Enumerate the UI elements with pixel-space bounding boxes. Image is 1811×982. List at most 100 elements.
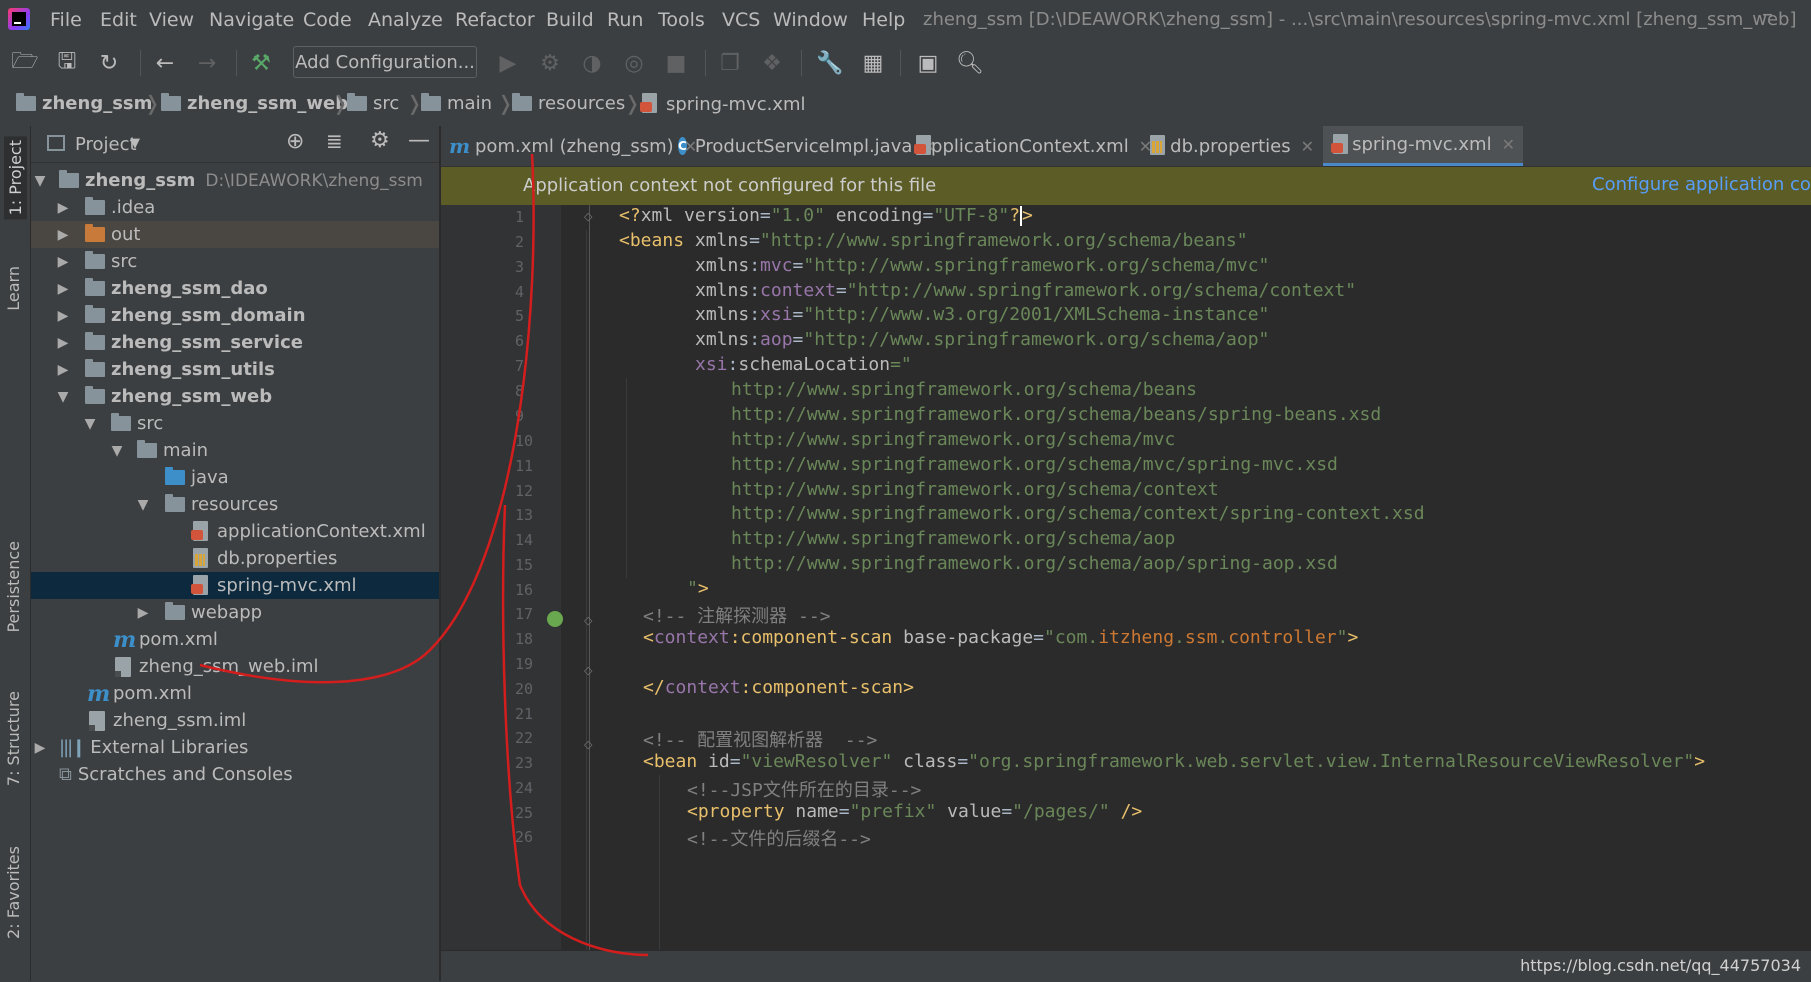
chevron-right-icon[interactable]: ▶: [56, 308, 70, 324]
debug-icon[interactable]: ⚙: [535, 48, 565, 78]
chevron-down-icon[interactable]: ▼: [136, 497, 150, 513]
breadcrumb-item[interactable]: zheng_ssm_web: [161, 93, 348, 114]
menu-run[interactable]: Run: [607, 9, 643, 31]
add-configuration-button[interactable]: Add Configuration...: [293, 46, 477, 78]
menu-vcs[interactable]: VCS: [722, 9, 760, 31]
tab-applicationcontext[interactable]: applicationContext.xml ✕: [906, 126, 1152, 166]
tree-item[interactable]: ▼ src: [31, 410, 439, 437]
tree-item[interactable]: ▼ main: [31, 437, 439, 464]
tab-persistence-tool[interactable]: Persistence: [4, 541, 23, 633]
build-artifacts-icon[interactable]: ❖: [757, 48, 787, 78]
chevron-right-icon[interactable]: ▶: [136, 605, 150, 621]
run-icon[interactable]: ▶: [493, 48, 523, 78]
tree-item[interactable]: ▶ zheng_ssm_service: [31, 329, 439, 356]
build-hammer-icon[interactable]: ⚒: [246, 48, 276, 78]
chevron-right-icon[interactable]: ▶: [56, 254, 70, 270]
chevron-down-icon[interactable]: ▼: [56, 389, 70, 405]
tree-item[interactable]: m pom.xml: [31, 626, 439, 653]
tree-item[interactable]: m pom.xml: [31, 680, 439, 707]
menu-view[interactable]: View: [149, 9, 194, 31]
back-icon[interactable]: ←: [150, 48, 180, 78]
tab-project-tool[interactable]: 1: Project: [4, 136, 27, 220]
tree-item[interactable]: java: [31, 464, 439, 491]
tab-db-properties[interactable]: db.properties ✕: [1140, 126, 1322, 166]
menu-code[interactable]: Code: [303, 9, 352, 31]
chevron-right-icon[interactable]: ▶: [56, 335, 70, 351]
search-icon[interactable]: 🔍︎: [955, 48, 985, 78]
menu-tools[interactable]: Tools: [658, 9, 705, 31]
tree-item[interactable]: ▼ zheng_ssm_web: [31, 383, 439, 410]
fold-marker-icon[interactable]: ◇: [584, 664, 592, 677]
settings-wrench-icon[interactable]: 🔧: [815, 48, 845, 78]
chevron-right-icon[interactable]: ▶: [56, 281, 70, 297]
chevron-down-icon[interactable]: ▼: [83, 416, 97, 432]
save-icon[interactable]: 🖫: [52, 48, 82, 78]
tree-item[interactable]: applicationContext.xml: [31, 518, 439, 545]
sync-icon[interactable]: ↻: [94, 48, 124, 78]
tab-productserviceimpl[interactable]: C ProductServiceImpl.java ✕: [670, 126, 936, 166]
coverage-icon[interactable]: ◑: [577, 48, 607, 78]
chevron-down-icon[interactable]: ▼: [130, 136, 140, 151]
breadcrumb-item[interactable]: zheng_ssm: [16, 93, 152, 114]
menu-analyze[interactable]: Analyze: [368, 9, 443, 31]
chevron-down-icon[interactable]: ▼: [110, 443, 124, 459]
tree-item[interactable]: zheng_ssm.iml: [31, 707, 439, 734]
tree-item[interactable]: ▼ zheng_ssm D:\IDEAWORK\zheng_ssm: [31, 167, 439, 194]
close-icon[interactable]: ✕: [1502, 135, 1515, 154]
chevron-down-icon[interactable]: ▼: [33, 173, 47, 189]
tree-item[interactable]: ⧉ Scratches and Consoles: [31, 761, 439, 788]
breadcrumb-item[interactable]: src: [347, 93, 399, 114]
tree-item[interactable]: ▶ out: [31, 221, 439, 248]
tree-item[interactable]: ▶ .idea: [31, 194, 439, 221]
chevron-right-icon[interactable]: ▶: [56, 227, 70, 243]
open-folder-icon[interactable]: 🗁: [10, 48, 40, 78]
close-icon[interactable]: ✕: [1301, 137, 1314, 156]
chevron-right-icon[interactable]: ▶: [56, 200, 70, 216]
tree-item[interactable]: ▶ src: [31, 248, 439, 275]
chevron-right-icon[interactable]: ▶: [33, 740, 47, 756]
fold-marker-icon[interactable]: ◇: [584, 614, 592, 627]
forward-icon[interactable]: →: [192, 48, 222, 78]
breadcrumb-item[interactable]: spring-mvc.xml: [640, 93, 806, 115]
menu-edit[interactable]: Edit: [100, 9, 137, 31]
hide-panel-icon[interactable]: —: [408, 128, 430, 153]
tab-favorites-tool[interactable]: 2: Favorites: [4, 846, 23, 939]
tab-structure-tool[interactable]: 7: Structure: [4, 691, 23, 786]
locate-icon[interactable]: ⊕: [286, 129, 304, 154]
tree-item-selected[interactable]: spring-mvc.xml: [31, 572, 439, 599]
minimize-icon[interactable]: –: [1762, 2, 1773, 27]
menu-window[interactable]: Window: [773, 9, 848, 31]
menu-navigate[interactable]: Navigate: [209, 9, 294, 31]
spring-bean-gutter-icon[interactable]: [547, 611, 563, 627]
project-structure-icon[interactable]: ▦: [858, 48, 888, 78]
tab-learn-tool[interactable]: Learn: [4, 266, 23, 311]
fold-marker-icon[interactable]: ◇: [584, 738, 592, 751]
menu-file[interactable]: File: [50, 9, 82, 31]
fold-marker-icon[interactable]: ◇: [584, 210, 592, 223]
project-view-selector[interactable]: Project: [75, 134, 137, 155]
gear-icon[interactable]: ⚙: [370, 128, 390, 153]
tree-item[interactable]: ▶ |||❙ External Libraries: [31, 734, 439, 761]
menu-help[interactable]: Help: [862, 9, 905, 31]
code-editor[interactable]: 1 2 3 4 5 6 7 8 9 10 11 12 13 14 15 16 17 18 19 20 21 22 23 24 2…: [441, 205, 1811, 950]
tab-pom-zheng-ssm[interactable]: m pom.xml (zheng_ssm) ✕: [441, 126, 697, 166]
stop-icon[interactable]: ■: [661, 48, 691, 78]
configure-application-context-link[interactable]: Configure application cont: [1592, 174, 1811, 195]
breadcrumb-item[interactable]: resources: [512, 93, 625, 114]
breadcrumb-item[interactable]: main: [421, 93, 492, 114]
tree-item[interactable]: zheng_ssm_web.iml: [31, 653, 439, 680]
tree-item[interactable]: db.properties: [31, 545, 439, 572]
tree-item[interactable]: ▶ zheng_ssm_utils: [31, 356, 439, 383]
tree-item[interactable]: ▼ resources: [31, 491, 439, 518]
chevron-right-icon[interactable]: ▶: [56, 362, 70, 378]
attach-icon[interactable]: ❐: [715, 48, 745, 78]
menu-refactor[interactable]: Refactor: [455, 9, 535, 31]
profile-icon[interactable]: ◎: [619, 48, 649, 78]
menu-build[interactable]: Build: [546, 9, 594, 31]
tree-item[interactable]: ▶ zheng_ssm_domain: [31, 302, 439, 329]
tree-item[interactable]: ▶ webapp: [31, 599, 439, 626]
tab-spring-mvc[interactable]: spring-mvc.xml ✕: [1323, 126, 1523, 166]
tree-item[interactable]: ▶ zheng_ssm_dao: [31, 275, 439, 302]
collapse-all-icon[interactable]: ≣: [326, 129, 343, 153]
terminal-icon[interactable]: ▣: [913, 48, 943, 78]
